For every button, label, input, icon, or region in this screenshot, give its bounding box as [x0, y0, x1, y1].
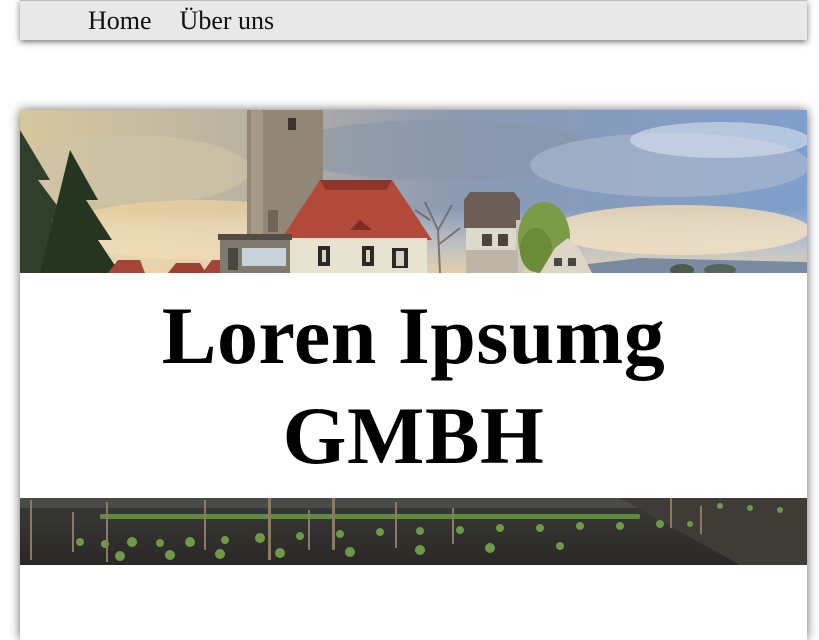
town-skyline-image: [20, 110, 807, 273]
hero-photo-garden: [20, 498, 807, 565]
nav-link-about-us[interactable]: Über uns: [180, 7, 275, 34]
hero-title-band: Loren Ipsumg GMBH: [20, 273, 807, 498]
hero-banner: Loren Ipsumg GMBH: [20, 110, 807, 565]
company-name-line1: Loren Ipsumg: [161, 289, 666, 381]
content-card: Loren Ipsumg GMBH: [20, 110, 807, 640]
garden-field-image: [20, 498, 807, 565]
company-name-line2: GMBH: [282, 389, 545, 481]
hero-photo-skyline: [20, 110, 807, 273]
nav-link-home[interactable]: Home: [88, 7, 152, 34]
top-navigation: Home Über uns: [20, 0, 807, 40]
